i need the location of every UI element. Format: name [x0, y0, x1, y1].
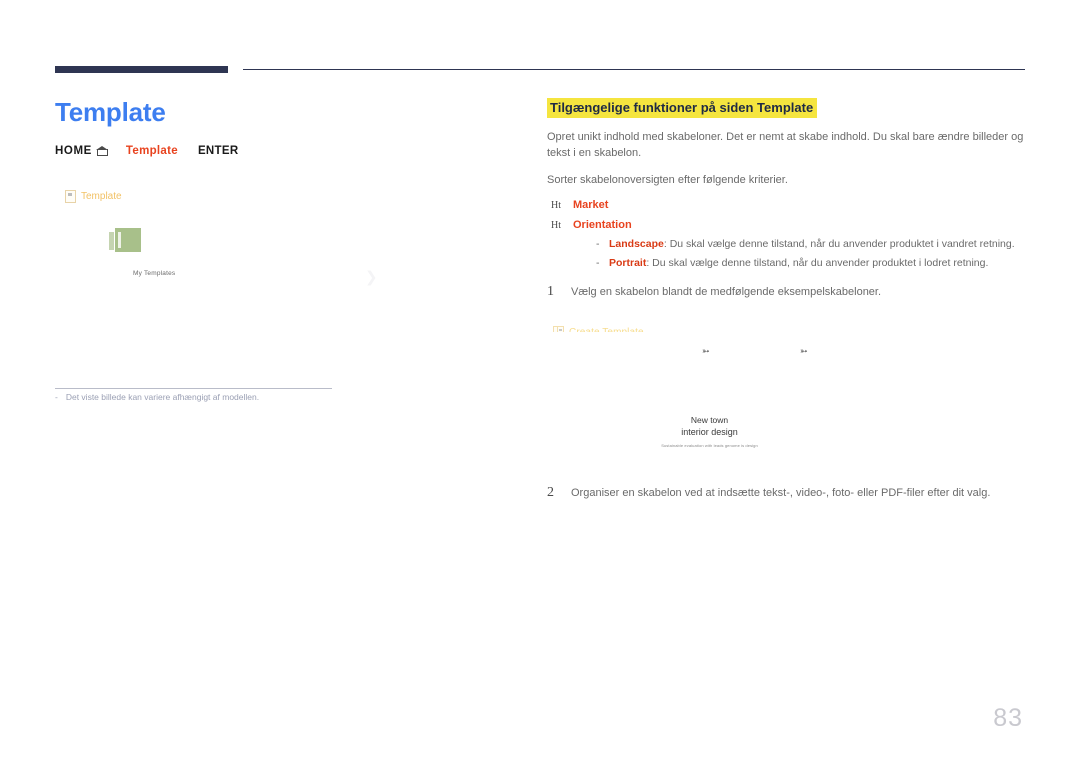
screenshot-line-2: interior design [681, 427, 738, 437]
sub-dash: - [596, 257, 600, 269]
right-column-lower: 2 Organiser en skabelon ved at indsætte … [547, 485, 1025, 501]
left-column: Template HOME Template ENTER [55, 95, 485, 157]
sub-item-landscape: Landscape: Du skal vælge denne tilstand,… [609, 237, 1015, 251]
footnote: - Det viste billede kan variere afhængig… [55, 392, 385, 402]
breadcrumb-template: Template [125, 145, 178, 157]
criteria-bullet-icon: Ht [551, 220, 561, 231]
section-heading: Tilgængelige funktioner på siden Templat… [547, 98, 818, 118]
sub-term-portrait: Portrait [609, 257, 647, 269]
screenshot-line-1: New town [690, 415, 729, 425]
footnote-dash: - [55, 392, 58, 402]
criteria-label-orientation: Orientation [573, 219, 632, 231]
chevron-right-icon: ❯ [365, 268, 378, 286]
sub-term-landscape: Landscape [609, 238, 664, 250]
cursor-pointer-icon: ➳ [702, 347, 710, 357]
screenshot-text-block: New town interior design Sustainable eva… [547, 414, 872, 450]
sub-desc-landscape: : Du skal vælge denne tilstand, når du a… [663, 238, 1015, 250]
template-thumbnail-icon [109, 228, 141, 252]
header-rule-thick [55, 66, 228, 73]
template-thumbnail-label: My Templates [133, 270, 176, 277]
home-icon [96, 145, 110, 157]
step-2: 2 Organiser en skabelon ved at indsætte … [547, 485, 1025, 501]
mock-header: Template [55, 190, 385, 203]
criteria-bullet-icon: Ht [551, 200, 561, 211]
step-1-number: 1 [547, 284, 554, 299]
page-number: 83 [993, 704, 1023, 732]
cursor-pointer-icon: ➳ [800, 347, 808, 357]
list-item: - Landscape: Du skal vælge denne tilstan… [547, 237, 1025, 251]
right-column: Tilgængelige funktioner på siden Templat… [547, 98, 1025, 339]
list-item: Ht Market [547, 199, 1025, 211]
template-thumbnail[interactable] [109, 228, 141, 252]
header-rule-thin [243, 69, 1025, 70]
mock-header-label: Template [81, 191, 122, 202]
document-icon [65, 190, 76, 203]
page-title: Template [55, 97, 166, 127]
orientation-options: - Landscape: Du skal vælge denne tilstan… [547, 237, 1025, 270]
step-1: 1 Vælg en skabelon blandt de medfølgende… [547, 284, 1025, 300]
breadcrumb: HOME Template ENTER [55, 145, 485, 157]
footnote-divider [55, 388, 332, 389]
intro-paragraph: Opret unikt indhold med skabeloner. Det … [547, 131, 1024, 159]
criteria-intro-paragraph: Sorter skabelonoversigten efter følgende… [547, 174, 788, 186]
breadcrumb-home: HOME [55, 145, 92, 157]
step-2-text: Organiser en skabelon ved at indsætte te… [571, 487, 991, 499]
step-1-text: Vælg en skabelon blandt de medfølgende e… [571, 286, 882, 298]
breadcrumb-enter: ENTER [197, 145, 239, 157]
criteria-label-market: Market [573, 199, 609, 211]
step-2-number: 2 [547, 485, 554, 500]
footnote-text: Det viste billede kan variere afhængigt … [65, 392, 260, 402]
sub-dash: - [596, 238, 600, 250]
sub-desc-portrait: : Du skal vælge denne tilstand, når du a… [646, 257, 989, 269]
screenshot-line-3: Sustainable evaluation with leads genome… [661, 443, 758, 448]
list-item: - Portrait: Du skal vælge denne tilstand… [547, 256, 1025, 270]
list-item: Ht Orientation [547, 219, 1025, 231]
sub-item-portrait: Portrait: Du skal vælge denne tilstand, … [609, 256, 988, 270]
template-screen-mock: Template My Templates [55, 190, 385, 350]
template-editor-screenshot: ➳ ➳ New town interior design Sustainable… [547, 332, 1025, 480]
criteria-list: Ht Market Ht Orientation [547, 199, 1025, 231]
